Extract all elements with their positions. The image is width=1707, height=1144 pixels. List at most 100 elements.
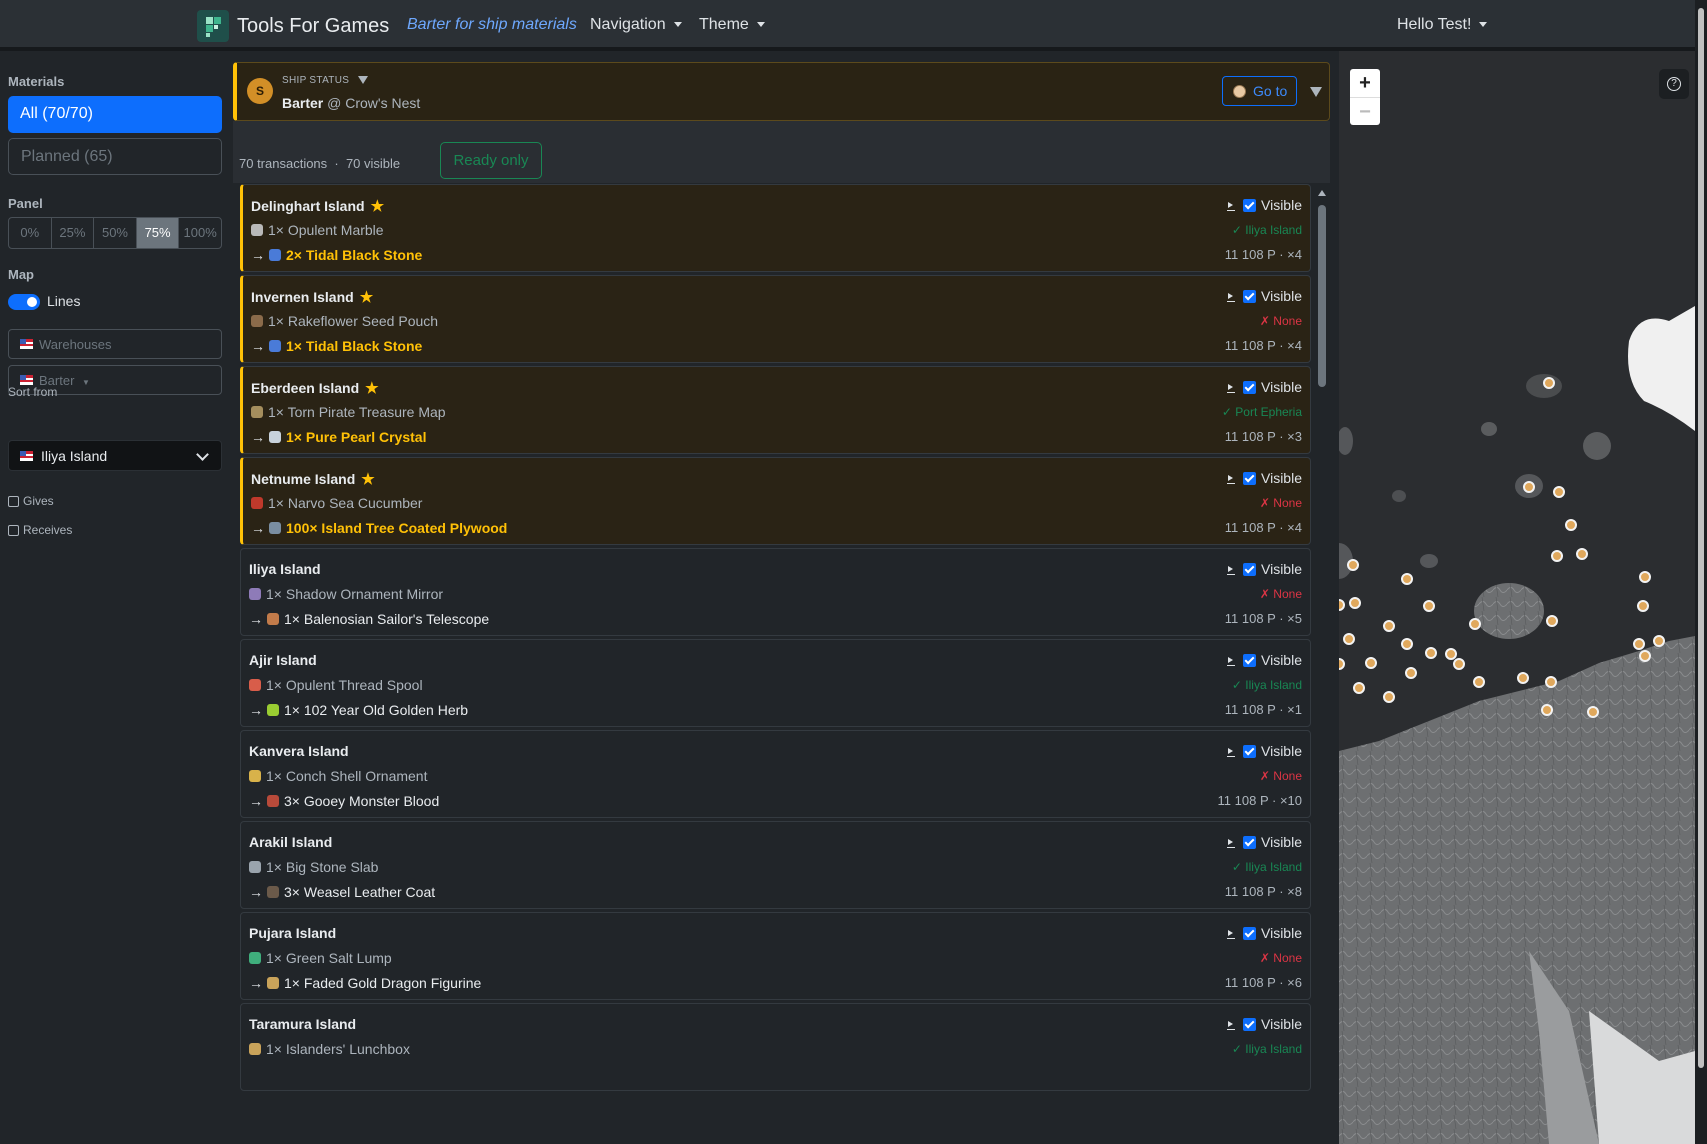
map-marker[interactable] [1551, 550, 1563, 562]
card-island-title[interactable]: Iliya Island [249, 561, 321, 577]
map-marker[interactable] [1523, 481, 1535, 493]
card-island-title[interactable]: Eberdeen Island ★ [251, 379, 379, 397]
brand[interactable]: Tools For Games [197, 10, 389, 42]
play-icon[interactable] [1227, 292, 1235, 302]
map-marker[interactable] [1347, 559, 1359, 571]
visible-checkbox[interactable] [1243, 745, 1256, 758]
map-marker[interactable] [1469, 618, 1481, 630]
map-marker[interactable] [1349, 597, 1361, 609]
transaction-card[interactable]: Eberdeen Island ★ 1× Torn Pirate Treasure … [240, 366, 1311, 454]
map-marker[interactable] [1473, 676, 1485, 688]
transaction-card[interactable]: Pujara Island 1× Green Salt Lump → 1× Faded… [240, 912, 1311, 1000]
transaction-card[interactable]: Iliya Island 1× Shadow Ornament Mirror → 1×… [240, 548, 1311, 636]
map-marker[interactable] [1545, 676, 1557, 688]
nav-navigation-dropdown[interactable]: Navigation [590, 16, 682, 34]
map-marker[interactable] [1383, 620, 1395, 632]
visible-checkbox[interactable] [1243, 836, 1256, 849]
map-marker[interactable] [1517, 672, 1529, 684]
nav-theme-dropdown[interactable]: Theme [699, 16, 765, 34]
visible-checkbox[interactable] [1243, 563, 1256, 576]
card-island-title[interactable]: Kanvera Island [249, 743, 349, 759]
play-icon[interactable] [1227, 656, 1235, 666]
play-icon[interactable] [1227, 747, 1235, 757]
play-icon[interactable] [1227, 383, 1235, 393]
user-menu-dropdown[interactable]: Hello Test! [1397, 16, 1488, 34]
map-marker[interactable] [1565, 519, 1577, 531]
map-marker[interactable] [1637, 600, 1649, 612]
card-island-title[interactable]: Invernen Island ★ [251, 288, 373, 306]
card-visible-control[interactable]: Visible [1227, 1016, 1302, 1032]
page-scrollbar-thumb[interactable] [1698, 8, 1704, 1068]
map-marker[interactable] [1401, 573, 1413, 585]
visible-checkbox[interactable] [1243, 290, 1256, 303]
sort-from-select[interactable]: Iliya Island [8, 440, 222, 471]
card-visible-control[interactable]: Visible [1227, 834, 1302, 850]
panel-size-0[interactable]: 0% [9, 218, 52, 248]
panel-size-75[interactable]: 75% [136, 218, 180, 248]
map-marker[interactable] [1639, 650, 1651, 662]
map-marker[interactable] [1541, 704, 1553, 716]
lines-toggle[interactable] [8, 294, 40, 310]
world-map[interactable]: + − ? [1339, 51, 1695, 1144]
planned-materials-button[interactable]: Planned (65) [8, 138, 222, 175]
play-icon[interactable] [1227, 565, 1235, 575]
visible-checkbox[interactable] [1243, 199, 1256, 212]
transaction-card[interactable]: Arakil Island 1× Big Stone Slab → 3× Weasel… [240, 821, 1311, 909]
transactions-list[interactable]: Delinghart Island ★ 1× Opulent Marble → 2× T… [233, 183, 1330, 1144]
card-visible-control[interactable]: Visible [1227, 288, 1302, 304]
map-marker[interactable] [1353, 682, 1365, 694]
play-icon[interactable] [1227, 201, 1235, 211]
expand-status-icon[interactable] [1310, 87, 1322, 97]
transaction-card[interactable]: Invernen Island ★ 1× Rakeflower Seed Pouch… [240, 275, 1311, 363]
card-visible-control[interactable]: Visible [1227, 379, 1302, 395]
transaction-card[interactable]: Taramura Island 1× Islanders' Lunchbox Vis… [240, 1003, 1311, 1091]
card-island-title[interactable]: Pujara Island [249, 925, 336, 941]
map-marker[interactable] [1365, 657, 1377, 669]
card-island-title[interactable]: Netnume Island ★ [251, 470, 375, 488]
transaction-card[interactable]: Kanvera Island 1× Conch Shell Ornament → 3×… [240, 730, 1311, 818]
receives-checkbox[interactable] [8, 525, 19, 536]
map-marker[interactable] [1546, 615, 1558, 627]
play-icon[interactable] [1227, 838, 1235, 848]
visible-checkbox[interactable] [1243, 654, 1256, 667]
scroll-up-icon[interactable] [1318, 190, 1326, 196]
map-marker[interactable] [1425, 647, 1437, 659]
card-visible-control[interactable]: Visible [1227, 652, 1302, 668]
transaction-card[interactable]: Netnume Island ★ 1× Narvo Sea Cucumber → 100… [240, 457, 1311, 545]
panel-size-25[interactable]: 25% [52, 218, 95, 248]
list-scrollbar[interactable] [1318, 190, 1326, 1140]
visible-checkbox[interactable] [1243, 1018, 1256, 1031]
gives-checkbox-row[interactable]: Gives [8, 494, 54, 508]
visible-checkbox[interactable] [1243, 381, 1256, 394]
card-visible-control[interactable]: Visible [1227, 743, 1302, 759]
map-marker[interactable] [1343, 633, 1355, 645]
transaction-card[interactable]: Ajir Island 1× Opulent Thread Spool → 1× 10… [240, 639, 1311, 727]
card-island-title[interactable]: Delinghart Island ★ [251, 197, 384, 215]
ship-status-toggle[interactable]: SHIP STATUS [282, 75, 369, 86]
map-marker[interactable] [1576, 548, 1588, 560]
go-to-button[interactable]: Go to [1222, 76, 1297, 106]
card-island-title[interactable]: Arakil Island [249, 834, 332, 850]
map-marker[interactable] [1633, 638, 1645, 650]
card-visible-control[interactable]: Visible [1227, 197, 1302, 213]
list-scrollbar-thumb[interactable] [1318, 205, 1326, 387]
map-marker[interactable] [1543, 377, 1555, 389]
visible-checkbox[interactable] [1243, 927, 1256, 940]
map-marker[interactable] [1339, 599, 1345, 611]
play-icon[interactable] [1227, 929, 1235, 939]
card-visible-control[interactable]: Visible [1227, 925, 1302, 941]
card-island-title[interactable]: Taramura Island [249, 1016, 356, 1032]
visible-checkbox[interactable] [1243, 472, 1256, 485]
map-marker[interactable] [1445, 648, 1457, 660]
map-marker[interactable] [1339, 658, 1345, 670]
map-marker[interactable] [1401, 638, 1413, 650]
map-marker[interactable] [1587, 706, 1599, 718]
map-marker[interactable] [1383, 691, 1395, 703]
receives-checkbox-row[interactable]: Receives [8, 523, 72, 537]
nav-barter-ship-materials[interactable]: Barter for ship materials [407, 16, 577, 34]
card-island-title[interactable]: Ajir Island [249, 652, 317, 668]
page-scrollbar[interactable] [1695, 0, 1707, 1144]
map-marker[interactable] [1639, 571, 1651, 583]
map-marker[interactable] [1405, 667, 1417, 679]
map-marker[interactable] [1453, 658, 1465, 670]
